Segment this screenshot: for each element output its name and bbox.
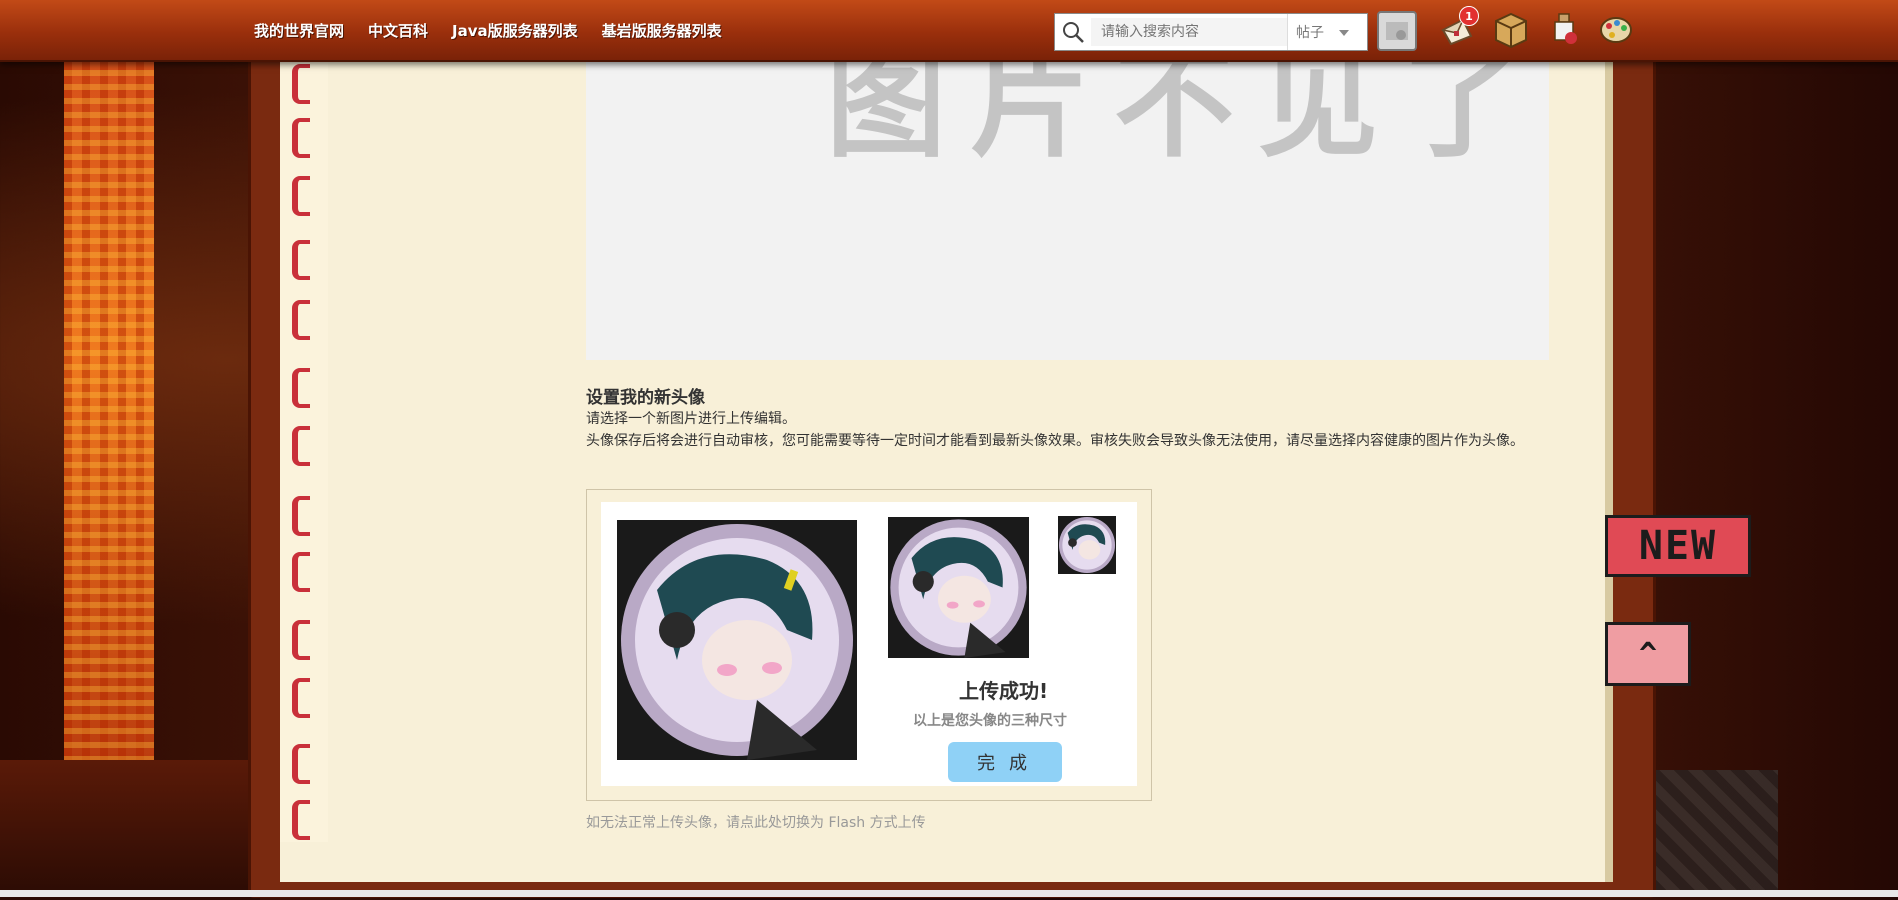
avatar-editor: 上传成功! 以上是您头像的三种尺寸 完成 xyxy=(586,489,1152,801)
flash-upload-link[interactable]: 如无法正常上传头像，请点此处切换为 Flash 方式上传 xyxy=(586,812,926,832)
chevron-down-icon xyxy=(1339,24,1349,40)
main-nav: 我的世界官网 中文百科 Java版服务器列表 基岩版服务器列表 xyxy=(254,0,746,60)
binding-ring xyxy=(292,300,310,340)
binding-ring xyxy=(292,620,310,660)
lava-floor xyxy=(0,760,260,900)
nav-link-wiki[interactable]: 中文百科 xyxy=(368,20,428,41)
image-preview-area: 图片不见了 xyxy=(586,52,1549,360)
binding-ring xyxy=(292,678,310,718)
avatar-preview-large xyxy=(617,520,857,760)
new-posts-flag[interactable]: NEW xyxy=(1605,515,1751,577)
avatar-image xyxy=(888,517,1029,658)
search-box: 帖子 xyxy=(1054,13,1368,51)
crate-icon xyxy=(1495,12,1527,48)
avatar-instruction: 请选择一个新图片进行上传编辑。 xyxy=(586,411,796,427)
avatar-section-title: 设置我的新头像 xyxy=(586,388,705,408)
search-scope-value: 帖子 xyxy=(1296,25,1324,41)
avatar-preview-medium xyxy=(888,517,1029,658)
avatar-review-notice: 头像保存后将会进行自动审核，您可能需要等待一定时间才能看到最新头像效果。审核失败… xyxy=(586,433,1524,449)
potion-icon xyxy=(1554,13,1577,44)
search-scope-select[interactable]: 帖子 xyxy=(1287,14,1357,50)
binding-ring xyxy=(292,176,310,216)
search-icon[interactable] xyxy=(1055,14,1091,50)
palette-button[interactable] xyxy=(1596,10,1636,50)
avatar-image xyxy=(617,520,857,760)
message-button[interactable]: 1 xyxy=(1437,6,1479,50)
binding-ring xyxy=(292,368,310,408)
done-button[interactable]: 完成 xyxy=(948,742,1062,782)
avatar-placeholder-icon xyxy=(1386,22,1408,40)
nav-link-java-servers[interactable]: Java版服务器列表 xyxy=(452,20,578,41)
notification-badge: 1 xyxy=(1459,6,1479,26)
preview-placeholder-text: 图片不见了 xyxy=(826,52,1546,174)
avatar-preview-small xyxy=(1058,516,1116,574)
search-input[interactable] xyxy=(1091,18,1287,46)
binding-ring xyxy=(292,552,310,592)
palette-icon xyxy=(1600,17,1632,43)
user-avatar-button[interactable] xyxy=(1377,11,1417,51)
lava-pillar xyxy=(64,60,154,790)
binding-ring xyxy=(292,800,310,840)
back-to-top-flag[interactable]: ^ xyxy=(1605,622,1691,686)
binding-ring xyxy=(292,64,310,104)
top-navigation-bar: 我的世界官网 中文百科 Java版服务器列表 基岩版服务器列表 帖子 1 xyxy=(0,0,1898,62)
binding-ring xyxy=(292,240,310,280)
avatar-editor-panel: 上传成功! 以上是您头像的三种尺寸 完成 xyxy=(601,502,1137,786)
nav-link-official[interactable]: 我的世界官网 xyxy=(254,20,344,41)
stone-blocks xyxy=(1638,770,1778,890)
binding-ring xyxy=(292,496,310,536)
potion-button[interactable] xyxy=(1544,10,1584,50)
upload-success-title: 上传成功! xyxy=(959,679,1049,703)
nav-link-bedrock-servers[interactable]: 基岩版服务器列表 xyxy=(602,20,722,41)
binding-ring xyxy=(292,426,310,466)
binding-ring xyxy=(292,118,310,158)
avatar-image xyxy=(1058,516,1116,574)
crate-button[interactable] xyxy=(1491,10,1531,50)
bottom-edge xyxy=(0,890,1898,897)
upload-success-subtitle: 以上是您头像的三种尺寸 xyxy=(913,713,1067,729)
binding-ring xyxy=(292,744,310,784)
